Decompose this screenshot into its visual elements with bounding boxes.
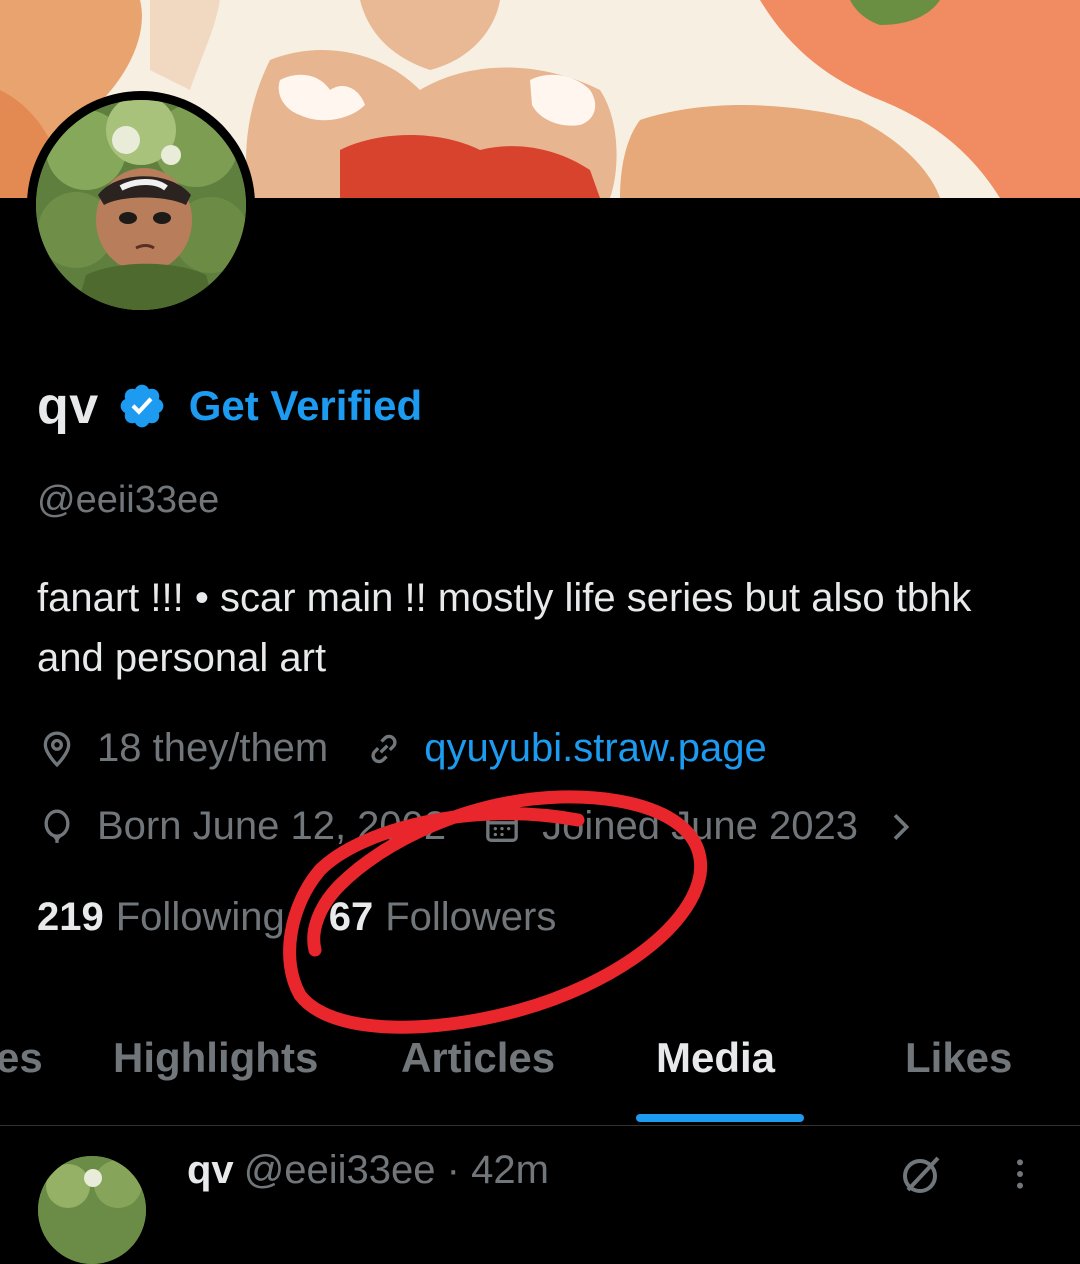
chevron-right-icon[interactable] (880, 807, 920, 847)
post-avatar-artwork (38, 1156, 146, 1264)
following-label: Following (115, 895, 285, 939)
post-separator: · (446, 1148, 460, 1192)
followers-label: Followers (385, 895, 557, 939)
profile-handle: @eeii33ee (37, 479, 220, 521)
following-stat[interactable]: 219 Following (37, 895, 285, 940)
tab-highlights[interactable]: Highlights (113, 1028, 318, 1124)
profile-bio: fanart !!! • scar main !! mostly life se… (37, 576, 972, 680)
link-icon (371, 734, 397, 763)
tab-articles[interactable]: Articles (401, 1028, 555, 1124)
website-link[interactable]: qyuyubi.straw.page (424, 726, 766, 771)
post-time[interactable]: 42m (471, 1148, 549, 1192)
tabs-divider (0, 1125, 1080, 1126)
display-name: qv (37, 377, 99, 435)
profile-avatar[interactable] (36, 100, 246, 310)
profile-meta-row-2: Born June 12, 2002 Joined June 2023 (37, 804, 920, 849)
followers-stat[interactable]: 67 Followers (329, 895, 557, 940)
birthday-text: Born June 12, 2002 (97, 804, 447, 848)
post-author-name[interactable]: qv (187, 1148, 234, 1192)
calendar-icon (486, 811, 519, 842)
followers-count: 67 (328, 895, 374, 939)
profile-meta-row-1: 18 they/them qyuyubi.straw.page (37, 726, 767, 771)
tab-media[interactable]: Media (656, 1028, 775, 1124)
get-verified-link[interactable]: Get Verified (189, 382, 422, 430)
grok-icon[interactable] (898, 1150, 946, 1198)
avatar-artwork (36, 100, 246, 310)
post-avatar[interactable] (38, 1156, 146, 1264)
name-row: qv Get Verified (37, 376, 422, 436)
tab-replies[interactable]: es (0, 1028, 43, 1124)
verified-badge-icon[interactable] (117, 381, 167, 431)
more-vertical-icon[interactable] (1000, 1150, 1040, 1198)
joined-text: Joined June 2023 (542, 804, 858, 848)
tab-likes[interactable]: Likes (905, 1028, 1012, 1124)
balloon-icon (44, 809, 70, 843)
post-author-handle[interactable]: @eeii33ee (244, 1148, 436, 1192)
location-text: 18 they/them (97, 726, 329, 770)
following-count: 219 (37, 895, 104, 939)
follow-stats: 219 Following 67 Followers (37, 895, 556, 940)
location-pin-icon (43, 730, 71, 767)
post-header: qv @eeii33ee · 42m (187, 1148, 549, 1193)
active-tab-indicator (636, 1114, 804, 1122)
profile-tabs: es Highlights Articles Media Likes (0, 1028, 1080, 1124)
